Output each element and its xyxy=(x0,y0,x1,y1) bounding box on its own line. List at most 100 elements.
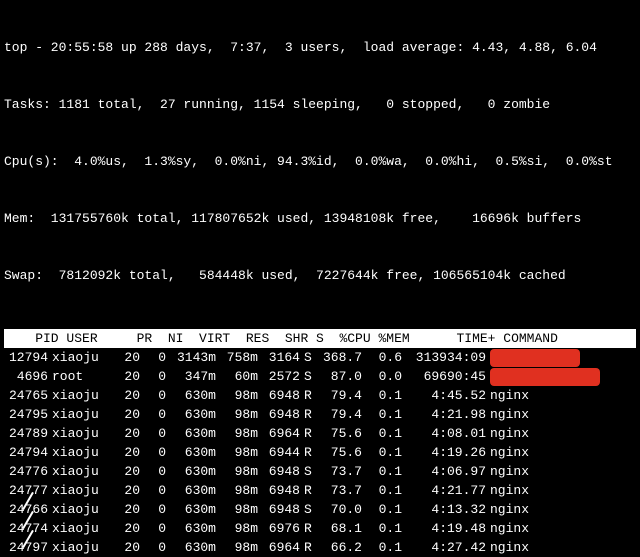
cell-mem: 0.0 xyxy=(364,367,404,386)
cell-pr: 20 xyxy=(112,424,142,443)
cell-s: S xyxy=(302,348,318,367)
cell-virt: 630m xyxy=(168,424,218,443)
cell-cmd: nginx xyxy=(488,386,612,405)
cell-pid: 24777 xyxy=(4,481,50,500)
cell-mem: 0.1 xyxy=(364,443,404,462)
cell-shr: 6948 xyxy=(260,481,302,500)
cell-pr: 20 xyxy=(112,538,142,557)
cell-ni: 0 xyxy=(142,462,168,481)
cell-time: 4:27.42 xyxy=(404,538,488,557)
cell-ni: 0 xyxy=(142,367,168,386)
cell-cmd: nginx xyxy=(488,405,612,424)
cell-pr: 20 xyxy=(112,348,142,367)
cell-cmd: nginx xyxy=(488,462,612,481)
cell-virt: 630m xyxy=(168,443,218,462)
cell-pr: 20 xyxy=(112,386,142,405)
cell-mem: 0.1 xyxy=(364,405,404,424)
summary-swap: Swap: 7812092k total, 584448k used, 7227… xyxy=(4,266,636,285)
cell-s: R xyxy=(302,386,318,405)
summary-cpu: Cpu(s): 4.0%us, 1.3%sy, 0.0%ni, 94.3%id,… xyxy=(4,152,636,171)
table-row: 24766xiaoju200630m98m6948S70.00.14:13.32… xyxy=(4,500,612,519)
cell-ni: 0 xyxy=(142,500,168,519)
summary-mem: Mem: 131755760k total, 117807652k used, … xyxy=(4,209,636,228)
table-row: 24777xiaoju200630m98m6948R73.70.14:21.77… xyxy=(4,481,612,500)
cell-mem: 0.1 xyxy=(364,481,404,500)
cell-shr: 3164 xyxy=(260,348,302,367)
cell-shr: 6948 xyxy=(260,386,302,405)
cell-time: 4:21.77 xyxy=(404,481,488,500)
cell-time: 4:45.52 xyxy=(404,386,488,405)
cell-pr: 20 xyxy=(112,481,142,500)
cell-virt: 630m xyxy=(168,538,218,557)
cell-virt: 630m xyxy=(168,386,218,405)
cell-cmd: nginx xyxy=(488,538,612,557)
cell-s: R xyxy=(302,519,318,538)
cell-mem: 0.1 xyxy=(364,424,404,443)
cell-shr: 6976 xyxy=(260,519,302,538)
cell-ni: 0 xyxy=(142,424,168,443)
cell-s: R xyxy=(302,443,318,462)
cell-time: 313934:09 xyxy=(404,348,488,367)
cell-ni: 0 xyxy=(142,538,168,557)
cell-user: root xyxy=(50,367,112,386)
cell-mem: 0.1 xyxy=(364,386,404,405)
cell-mem: 0.1 xyxy=(364,500,404,519)
cell-cpu: 79.4 xyxy=(318,386,364,405)
cell-res: 98m xyxy=(218,462,260,481)
cell-virt: 630m xyxy=(168,500,218,519)
cell-s: R xyxy=(302,538,318,557)
cell-user: xiaoju xyxy=(50,462,112,481)
cell-user: xiaoju xyxy=(50,424,112,443)
cell-res: 98m xyxy=(218,405,260,424)
cell-pid: 24789 xyxy=(4,424,50,443)
cell-user: xiaoju xyxy=(50,500,112,519)
cell-res: 98m xyxy=(218,519,260,538)
top-summary: top - 20:55:58 up 288 days, 7:37, 3 user… xyxy=(4,0,636,323)
cell-shr: 6964 xyxy=(260,424,302,443)
cell-res: 758m xyxy=(218,348,260,367)
redacted-command xyxy=(490,371,600,383)
summary-uptime: top - 20:55:58 up 288 days, 7:37, 3 user… xyxy=(4,38,636,57)
cell-pid: 12794 xyxy=(4,348,50,367)
cell-pr: 20 xyxy=(112,405,142,424)
cell-virt: 630m xyxy=(168,519,218,538)
table-row: 24795xiaoju200630m98m6948R79.40.14:21.98… xyxy=(4,405,612,424)
cell-cmd: nginx xyxy=(488,500,612,519)
cell-res: 98m xyxy=(218,424,260,443)
cell-mem: 0.1 xyxy=(364,538,404,557)
cell-time: 4:21.98 xyxy=(404,405,488,424)
cell-cmd xyxy=(488,348,612,367)
table-row: 12794xiaoju2003143m758m3164S368.70.63139… xyxy=(4,348,612,367)
cell-pr: 20 xyxy=(112,367,142,386)
cell-s: R xyxy=(302,405,318,424)
cell-shr: 2572 xyxy=(260,367,302,386)
cell-cpu: 368.7 xyxy=(318,348,364,367)
cell-ni: 0 xyxy=(142,405,168,424)
cell-virt: 630m xyxy=(168,481,218,500)
cell-cmd xyxy=(488,367,612,386)
redacted-command xyxy=(490,352,580,364)
cell-res: 60m xyxy=(218,367,260,386)
cell-virt: 630m xyxy=(168,405,218,424)
cell-s: S xyxy=(302,367,318,386)
cell-cpu: 66.2 xyxy=(318,538,364,557)
cell-pr: 20 xyxy=(112,519,142,538)
cell-time: 69690:45 xyxy=(404,367,488,386)
cell-cpu: 75.6 xyxy=(318,443,364,462)
cell-s: S xyxy=(302,462,318,481)
cell-cpu: 79.4 xyxy=(318,405,364,424)
cell-pr: 20 xyxy=(112,462,142,481)
cell-ni: 0 xyxy=(142,348,168,367)
cell-res: 98m xyxy=(218,500,260,519)
cell-cmd: nginx xyxy=(488,481,612,500)
cell-user: xiaoju xyxy=(50,386,112,405)
cell-cpu: 73.7 xyxy=(318,462,364,481)
cell-cpu: 68.1 xyxy=(318,519,364,538)
terminal-output: top - 20:55:58 up 288 days, 7:37, 3 user… xyxy=(0,0,640,557)
cell-mem: 0.1 xyxy=(364,462,404,481)
cell-cmd: nginx xyxy=(488,443,612,462)
cell-s: S xyxy=(302,500,318,519)
table-row: 24789xiaoju200630m98m6964R75.60.14:08.01… xyxy=(4,424,612,443)
cell-pid: 4696 xyxy=(4,367,50,386)
cell-s: R xyxy=(302,424,318,443)
